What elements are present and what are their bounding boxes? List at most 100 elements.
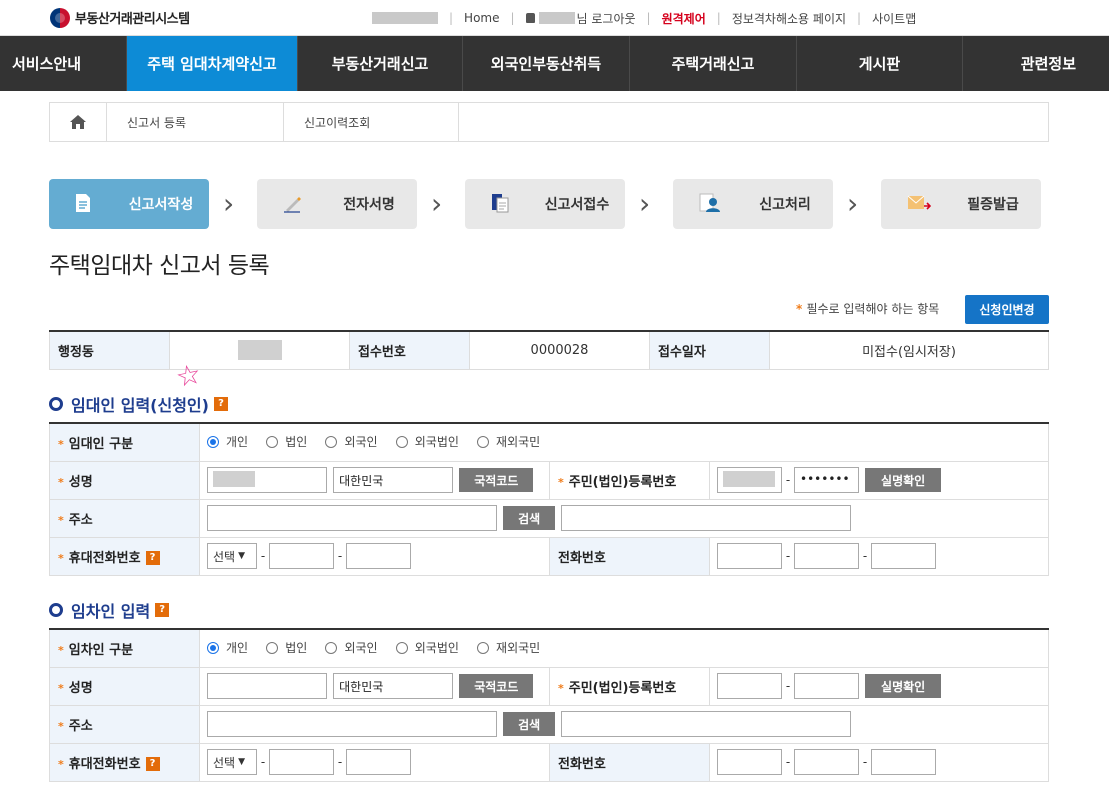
lessor-address-cell: 검색 (199, 498, 1049, 538)
nav-related-info[interactable]: 관련정보 (963, 36, 1109, 91)
required-note: * 필수로 입력해야 하는 항목 (796, 302, 940, 316)
lessee-nationality-input[interactable]: 대한민국 (333, 673, 454, 699)
lessee-name-input[interactable] (207, 673, 327, 699)
nav-foreigner-acquisition[interactable]: 외국인부동산취득 (463, 36, 630, 91)
help-icon[interactable]: ? (155, 603, 170, 617)
help-icon[interactable]: ? (145, 757, 160, 771)
site-title: 부동산거래관리시스템 (75, 12, 190, 27)
help-icon[interactable]: ? (213, 397, 228, 411)
mobile-last-input[interactable] (346, 543, 411, 569)
nav-board[interactable]: 게시판 (797, 36, 963, 91)
lessee-mobile-cell: 선택 ▼ - - (199, 742, 550, 782)
country-code-button[interactable]: 국적코드 (459, 468, 534, 492)
government-emblem-icon (50, 7, 70, 28)
remote-control-link[interactable]: 원격제어 (662, 10, 706, 27)
radio-overseas-korean[interactable]: 재외국민 (477, 433, 540, 450)
verify-name-button[interactable]: 실명확인 (865, 674, 942, 698)
phone-middle-input[interactable] (794, 543, 859, 569)
lessee-address-input[interactable] (207, 711, 497, 737)
mobile-last-input[interactable] (346, 749, 411, 775)
nav-housing-transaction[interactable]: 주택거래신고 (630, 36, 797, 91)
breadcrumb-home[interactable] (50, 103, 107, 141)
lessee-form: * 임차인 구분 개인 법인 외국인 외국법인 재외국민 * 성명 대한민국 국적코… (49, 628, 1049, 782)
lessor-reg-no-cell: - ••••••• 실명확인 (709, 460, 1049, 500)
radio-corporation[interactable]: 법인 (266, 433, 307, 450)
masked-admin-dong (237, 340, 282, 361)
mobile-middle-input[interactable] (269, 749, 334, 775)
nav-housing-lease-report[interactable]: 주택 임대차계약신고 (127, 36, 298, 91)
step-label: 신고처리 (759, 197, 811, 213)
step-write-report: 신고서작성 (49, 179, 209, 229)
lessee-reg-no-front-input[interactable] (717, 673, 782, 699)
phone-first-input[interactable] (717, 543, 782, 569)
phone-last-input[interactable] (871, 749, 936, 775)
logout-link[interactable]: 님 로그아웃 (577, 10, 636, 27)
top-bar: 부동산거래관리시스템 | Home | 님 로그아웃 | 원격제어 | 정보격차… (0, 0, 1109, 36)
nav-service-guide[interactable]: 서비스안내 (0, 36, 127, 91)
step-label: 전자서명 (343, 197, 395, 213)
step-label: 신고서작성 (128, 197, 194, 213)
admin-dong-label: 행정동 (49, 330, 170, 370)
mobile-middle-input[interactable] (269, 543, 334, 569)
lessor-name-label: * 성명 (49, 460, 200, 500)
utility-links: | Home | 님 로그아웃 | 원격제어 | 정보격차해소용 페이지 | 사… (372, 0, 916, 36)
change-applicant-button[interactable]: 신청인변경 (965, 295, 1049, 324)
radio-foreign-corporation[interactable]: 외국법인 (395, 639, 459, 656)
phone-middle-input[interactable] (794, 749, 859, 775)
lessee-reg-no-back-input[interactable] (794, 673, 859, 699)
phone-last-input[interactable] (871, 543, 936, 569)
step-label: 필증발급 (967, 197, 1019, 213)
verify-name-button[interactable]: 실명확인 (865, 468, 942, 492)
address-search-button[interactable]: 검색 (503, 712, 556, 736)
lessor-nationality-input[interactable]: 대한민국 (333, 467, 454, 493)
radio-foreign-corporation[interactable]: 외국법인 (395, 433, 459, 450)
lessor-address-detail-input[interactable] (561, 505, 852, 531)
address-search-button[interactable]: 검색 (503, 506, 556, 530)
lessee-reg-no-label: * 주민(법인)등록번호 (549, 666, 710, 706)
nav-real-estate-report[interactable]: 부동산거래신고 (298, 36, 463, 91)
breadcrumb-report-history[interactable]: 신고이력조회 (284, 103, 459, 141)
lessee-name-cell: 대한민국 국적코드 (199, 666, 550, 706)
radio-foreigner[interactable]: 외국인 (325, 639, 378, 656)
lessor-reg-no-back-input[interactable]: ••••••• (794, 467, 859, 493)
receipt-no-value: 0000028 (469, 330, 650, 370)
lessee-type-options: 개인 법인 외국인 외국법인 재외국민 (199, 628, 1049, 668)
mobile-prefix-select[interactable]: 선택 ▼ (207, 543, 257, 569)
home-icon (70, 115, 86, 129)
lessee-mobile-label: * 휴대전화번호? (49, 742, 200, 782)
chevron-down-icon: ▼ (238, 551, 246, 561)
lessor-name-cell: 대한민국 국적코드 (199, 460, 550, 500)
sitemap-link[interactable]: 사이트맵 (872, 10, 916, 27)
home-link[interactable]: Home (464, 11, 499, 25)
lessor-mobile-label: * 휴대전화번호? (49, 536, 200, 576)
radio-overseas-korean[interactable]: 재외국민 (477, 639, 540, 656)
radio-individual[interactable]: 개인 (207, 639, 248, 656)
lessor-name-input[interactable] (207, 467, 327, 493)
step-processing: 신고처리 (673, 179, 833, 229)
lessor-type-options: 개인 법인 외국인 외국법인 재외국민 (199, 422, 1049, 462)
help-icon[interactable]: ? (145, 551, 160, 565)
radio-corporation[interactable]: 법인 (266, 639, 307, 656)
step-label: 신고서접수 (544, 197, 610, 213)
breadcrumb-report-register[interactable]: 신고서 등록 (107, 103, 284, 141)
accessibility-page-link[interactable]: 정보격차해소용 페이지 (732, 10, 846, 27)
lessor-address-input[interactable] (207, 505, 497, 531)
radio-foreigner[interactable]: 외국인 (325, 433, 378, 450)
lessor-address-label: * 주소 (49, 498, 200, 538)
lessor-section-title: 임대인 입력(신청인) ? (49, 392, 228, 416)
lessor-reg-no-front-input[interactable] (717, 467, 782, 493)
step-certificate: 필증발급 (881, 179, 1041, 229)
country-code-button[interactable]: 국적코드 (459, 674, 534, 698)
lessee-phone-label: 전화번호 (549, 742, 710, 782)
lessee-address-detail-input[interactable] (561, 711, 852, 737)
lessor-type-label: * 임대인 구분 (49, 422, 200, 462)
pen-sign-icon (284, 197, 301, 213)
site-logo[interactable]: 부동산거래관리시스템 (50, 7, 190, 28)
chevron-right-icon: › (847, 187, 859, 220)
section-circle-icon (49, 603, 63, 617)
phone-first-input[interactable] (717, 749, 782, 775)
mobile-prefix-select[interactable]: 선택 ▼ (207, 749, 257, 775)
radio-individual[interactable]: 개인 (207, 433, 248, 450)
main-nav: 서비스안내 주택 임대차계약신고 부동산거래신고 외국인부동산취득 주택거래신고… (0, 36, 1109, 91)
step-e-sign: 전자서명 (257, 179, 417, 229)
